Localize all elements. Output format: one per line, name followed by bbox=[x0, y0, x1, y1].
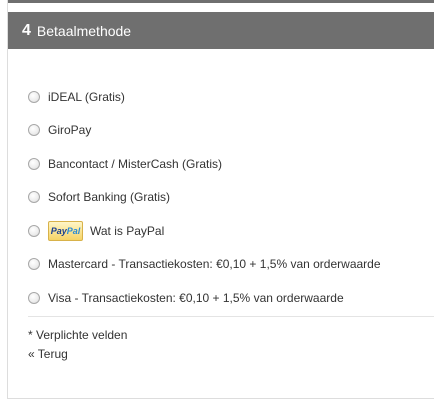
payment-option-sofort[interactable]: Sofort Banking (Gratis) bbox=[28, 181, 434, 215]
payment-option-bancontact[interactable]: Bancontact / MisterCash (Gratis) bbox=[28, 147, 434, 181]
payment-option-label: GiroPay bbox=[48, 123, 92, 138]
payment-option-label: Bancontact / MisterCash (Gratis) bbox=[48, 156, 223, 171]
step-number: 4 bbox=[22, 21, 31, 39]
payment-option-label: Mastercard - Transactiekosten: €0,10 + 1… bbox=[48, 257, 381, 272]
top-divider-line bbox=[8, 0, 434, 3]
payment-option-visa[interactable]: Visa - Transactiekosten: €0,10 + 1,5% va… bbox=[28, 281, 434, 315]
payment-option-label: iDEAL (Gratis) bbox=[48, 89, 125, 104]
checkout-step-panel: 4 Betaalmethode iDEAL (Gratis) GiroPay B… bbox=[7, 0, 434, 399]
payment-method-list: iDEAL (Gratis) GiroPay Bancontact / Mist… bbox=[28, 80, 434, 315]
paypal-logo-icon: Pay Pal bbox=[48, 220, 83, 241]
payment-option-giropay[interactable]: GiroPay bbox=[28, 114, 434, 148]
payment-option-label: Sofort Banking (Gratis) bbox=[48, 190, 171, 205]
step-header: 4 Betaalmethode bbox=[8, 12, 434, 49]
sofort-radio[interactable] bbox=[28, 191, 40, 204]
paypal-info-link[interactable]: Wat is PayPal bbox=[90, 224, 164, 238]
back-link[interactable]: « Terug bbox=[28, 347, 68, 361]
giropay-radio[interactable] bbox=[28, 124, 40, 137]
required-fields-note: * Verplichte velden bbox=[28, 328, 128, 342]
bancontact-radio[interactable] bbox=[28, 157, 40, 170]
paypal-radio[interactable] bbox=[28, 224, 40, 237]
paypal-logo-part2: Pal bbox=[66, 225, 81, 236]
ideal-radio[interactable] bbox=[28, 90, 40, 103]
mastercard-radio[interactable] bbox=[28, 258, 40, 271]
payment-option-ideal[interactable]: iDEAL (Gratis) bbox=[28, 80, 434, 114]
paypal-logo-part1: Pay bbox=[50, 225, 67, 236]
step-title: Betaalmethode bbox=[36, 22, 132, 39]
footer-divider bbox=[28, 316, 434, 317]
payment-option-paypal[interactable]: Pay Pal Wat is PayPal bbox=[28, 214, 434, 248]
visa-radio[interactable] bbox=[28, 291, 40, 304]
payment-option-mastercard[interactable]: Mastercard - Transactiekosten: €0,10 + 1… bbox=[28, 248, 434, 282]
payment-option-label: Visa - Transactiekosten: €0,10 + 1,5% va… bbox=[48, 290, 344, 305]
